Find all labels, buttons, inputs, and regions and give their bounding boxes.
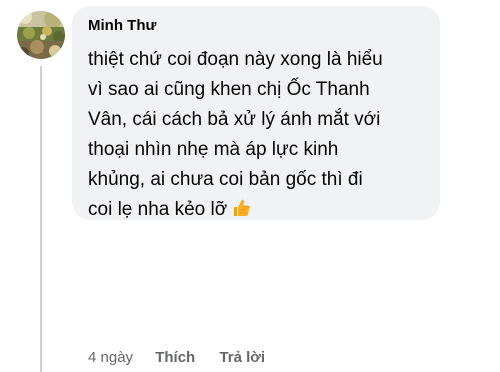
like-button[interactable]: Thích <box>155 349 195 366</box>
avatar-image <box>17 11 65 59</box>
comment-text: thiệt chứ coi đoạn này xong là hiểu vì s… <box>88 45 424 225</box>
comment-text-line: thiệt chứ coi đoạn này xong là hiểu <box>88 49 383 70</box>
thumbs-up-icon <box>231 198 251 218</box>
comment-text-line: coi lẹ nha kẻo lỡ <box>88 199 228 220</box>
comment-text-line: thoại nhìn nhẹ mà áp lực kinh <box>88 139 339 160</box>
comment-text-last-line: coi lẹ nha kẻo lỡ <box>88 195 424 225</box>
comment-text-line: vì sao ai cũng khen chị Ốc Thanh <box>88 79 370 100</box>
comment-bubble: Minh Thư thiệt chứ coi đoạn này xong là … <box>72 6 440 220</box>
comment-author-name[interactable]: Minh Thư <box>88 16 156 36</box>
comment-text-line: Vân, cái cách bả xử lý ánh mắt với <box>88 109 381 130</box>
avatar[interactable] <box>17 11 65 59</box>
thread-connector-line <box>40 66 42 372</box>
comment-actions: 4 ngày Thích Trả lời <box>88 348 265 368</box>
comment-text-line: khủng, ai chưa coi bản gốc thì đi <box>88 169 363 190</box>
comment-timestamp[interactable]: 4 ngày <box>88 349 133 366</box>
reply-button[interactable]: Trả lời <box>219 349 265 366</box>
